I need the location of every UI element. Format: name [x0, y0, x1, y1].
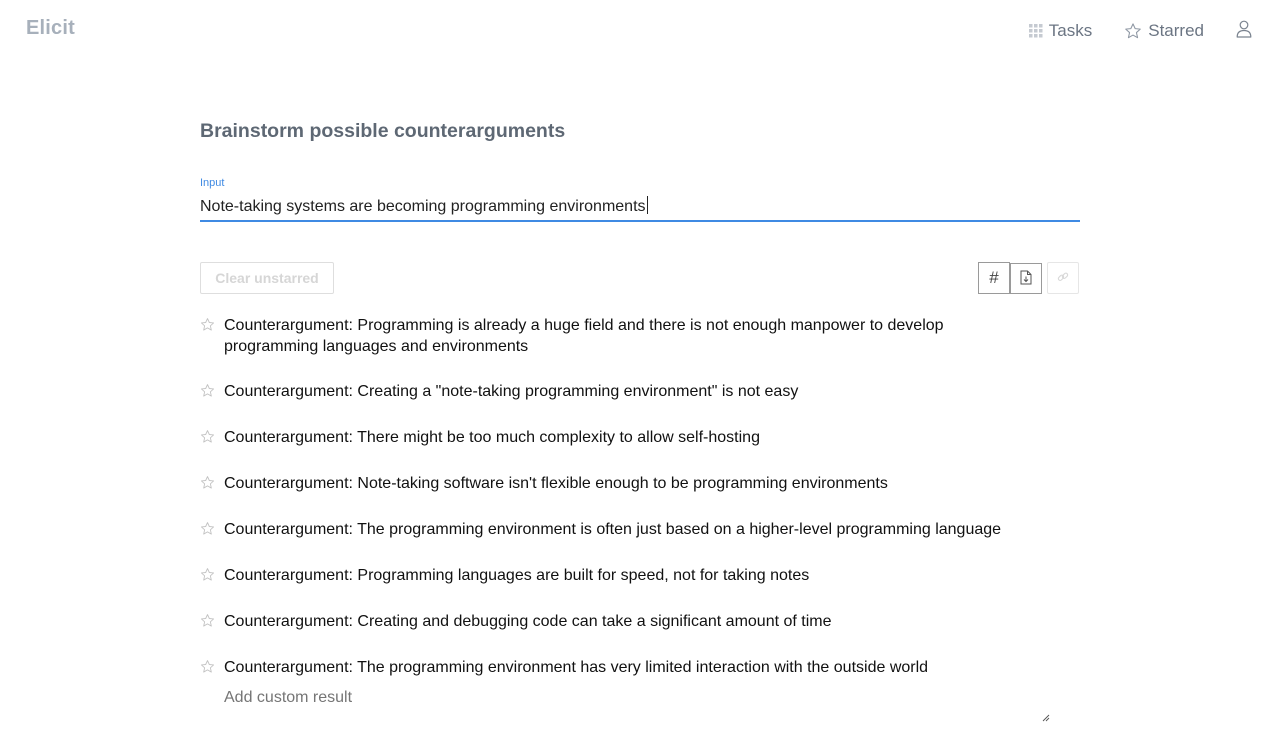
star-outline-icon[interactable] [200, 427, 224, 449]
clear-unstarred-button[interactable]: Clear unstarred [200, 262, 334, 294]
task-input-field[interactable]: Input Note-taking systems are becoming p… [200, 177, 1080, 222]
input-value-text: Note-taking systems are becoming program… [200, 198, 646, 215]
user-menu-button[interactable] [1236, 20, 1252, 43]
nav-tasks[interactable]: Tasks [1028, 21, 1093, 41]
result-item: Counterargument: Creating a "note-taking… [200, 381, 1080, 403]
nav-starred[interactable]: Starred [1124, 21, 1204, 41]
star-outline-icon[interactable] [200, 657, 224, 679]
result-item: Counterargument: Programming is already … [200, 315, 1080, 357]
result-text: Counterargument: Creating a "note-taking… [224, 383, 799, 400]
result-item: Counterargument: The programming environ… [200, 519, 1080, 541]
result-item: Counterargument: Creating and debugging … [200, 611, 1080, 633]
custom-result-wrapper [224, 689, 1050, 722]
grid-icon [1028, 24, 1043, 38]
input-label: Input [200, 177, 225, 189]
text-caret [646, 196, 648, 214]
result-text: Counterargument: Note-taking software is… [224, 475, 888, 492]
link-icon [1057, 271, 1069, 286]
result-text: Counterargument: The programming environ… [224, 521, 1002, 538]
result-text: Counterargument: Creating and debugging … [224, 613, 832, 630]
top-nav: Tasks Starred [1028, 19, 1278, 43]
custom-result-input[interactable] [224, 689, 1050, 717]
export-button[interactable] [1010, 263, 1042, 294]
result-item: Counterargument: There might be too much… [200, 427, 1080, 449]
result-item: Counterargument: Note-taking software is… [200, 473, 1080, 495]
result-text: Counterargument: Programming languages a… [224, 567, 810, 584]
copy-link-button[interactable] [1047, 262, 1079, 294]
page-title: Brainstorm possible counterarguments [200, 120, 566, 142]
star-outline-icon[interactable] [200, 565, 224, 587]
nav-tasks-label: Tasks [1048, 21, 1093, 40]
app-logo[interactable]: Elicit [26, 17, 75, 40]
input-value[interactable]: Note-taking systems are becoming program… [200, 196, 648, 216]
result-item: Counterargument: The programming environ… [200, 657, 1080, 679]
user-icon [1236, 20, 1252, 43]
top-bar: Elicit Tasks Starred [0, 0, 1278, 60]
resize-grip-icon[interactable] [1042, 709, 1050, 722]
star-outline-icon[interactable] [200, 315, 224, 337]
file-download-icon [1020, 270, 1032, 288]
result-text: Counterargument: The programming environ… [224, 659, 929, 676]
star-outline-icon[interactable] [200, 519, 224, 541]
result-text: Counterargument: There might be too much… [224, 429, 760, 446]
star-outline-icon [1124, 22, 1142, 40]
result-item: Counterargument: Programming languages a… [200, 565, 1080, 587]
result-text: Counterargument: Programming is already … [224, 317, 944, 355]
results-list: Counterargument: Programming is already … [200, 315, 1080, 703]
star-outline-icon[interactable] [200, 611, 224, 633]
star-outline-icon[interactable] [200, 381, 224, 403]
star-outline-icon[interactable] [200, 473, 224, 495]
hash-icon: # [989, 268, 999, 287]
hash-button[interactable]: # [978, 262, 1010, 294]
nav-starred-label: Starred [1148, 21, 1204, 40]
